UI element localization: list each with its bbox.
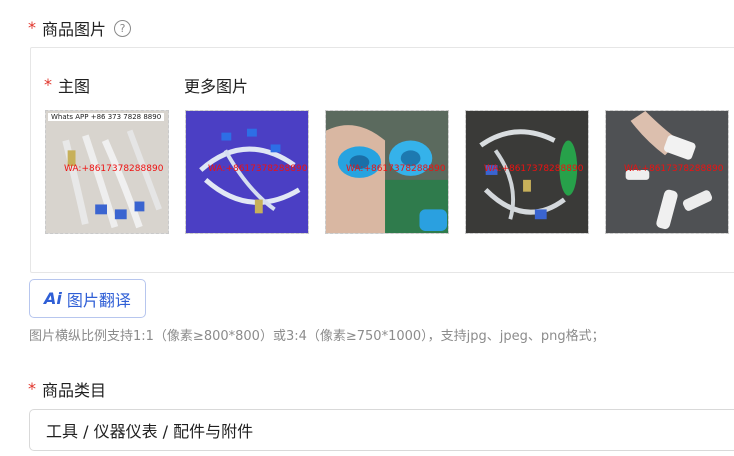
required-mark: * bbox=[28, 379, 36, 398]
product-images-title: 商品图片 bbox=[42, 20, 107, 39]
required-mark: * bbox=[44, 75, 52, 94]
thumbnail-watermark: WA:+8617378288890 bbox=[346, 164, 446, 174]
image-format-hint: 图片横纵比例支持1:1（像素≥800*800）或3:4（像素≥750*1000）… bbox=[29, 329, 605, 344]
thumbnail-caption: Whats APP +86 373 7828 8890 bbox=[48, 113, 165, 121]
product-thumbnail[interactable]: WA:+8617378288890 bbox=[605, 110, 729, 234]
thumbnail-watermark: WA:+8617378288890 bbox=[484, 164, 584, 174]
product-thumbnail[interactable]: Whats APP +86 373 7828 8890 WA:+86173782… bbox=[45, 110, 169, 234]
category-select[interactable]: 工具 / 仪器仪表 / 配件与附件 bbox=[29, 409, 734, 451]
main-image-label: * 主图 bbox=[44, 73, 90, 97]
product-images-label: * 商品图片 ? bbox=[28, 16, 132, 40]
more-images-title: 更多图片 bbox=[184, 77, 249, 96]
product-thumbnail[interactable]: WA:+8617378288890 bbox=[325, 110, 449, 234]
product-category-label: * 商品类目 bbox=[28, 377, 106, 401]
thumbnail-watermark: WA:+8617378288890 bbox=[64, 164, 164, 174]
product-category-title: 商品类目 bbox=[42, 381, 107, 400]
translate-button-label: 图片翻译 bbox=[66, 290, 131, 310]
image-translate-button[interactable]: Ai 图片翻译 bbox=[29, 279, 146, 318]
required-mark: * bbox=[28, 18, 36, 37]
thumbnail-watermark: WA:+8617378288890 bbox=[208, 164, 308, 174]
main-image-title: 主图 bbox=[58, 77, 91, 96]
thumbnail-watermark: WA:+8617378288890 bbox=[624, 164, 724, 174]
category-value: 工具 / 仪器仪表 / 配件与附件 bbox=[46, 422, 254, 441]
product-thumbnail[interactable]: WA:+8617378288890 bbox=[185, 110, 309, 234]
ai-icon: Ai bbox=[44, 289, 62, 308]
more-images-label: 更多图片 bbox=[184, 73, 248, 97]
help-icon[interactable]: ? bbox=[114, 19, 132, 37]
product-thumbnail[interactable]: WA:+8617378288890 bbox=[465, 110, 589, 234]
